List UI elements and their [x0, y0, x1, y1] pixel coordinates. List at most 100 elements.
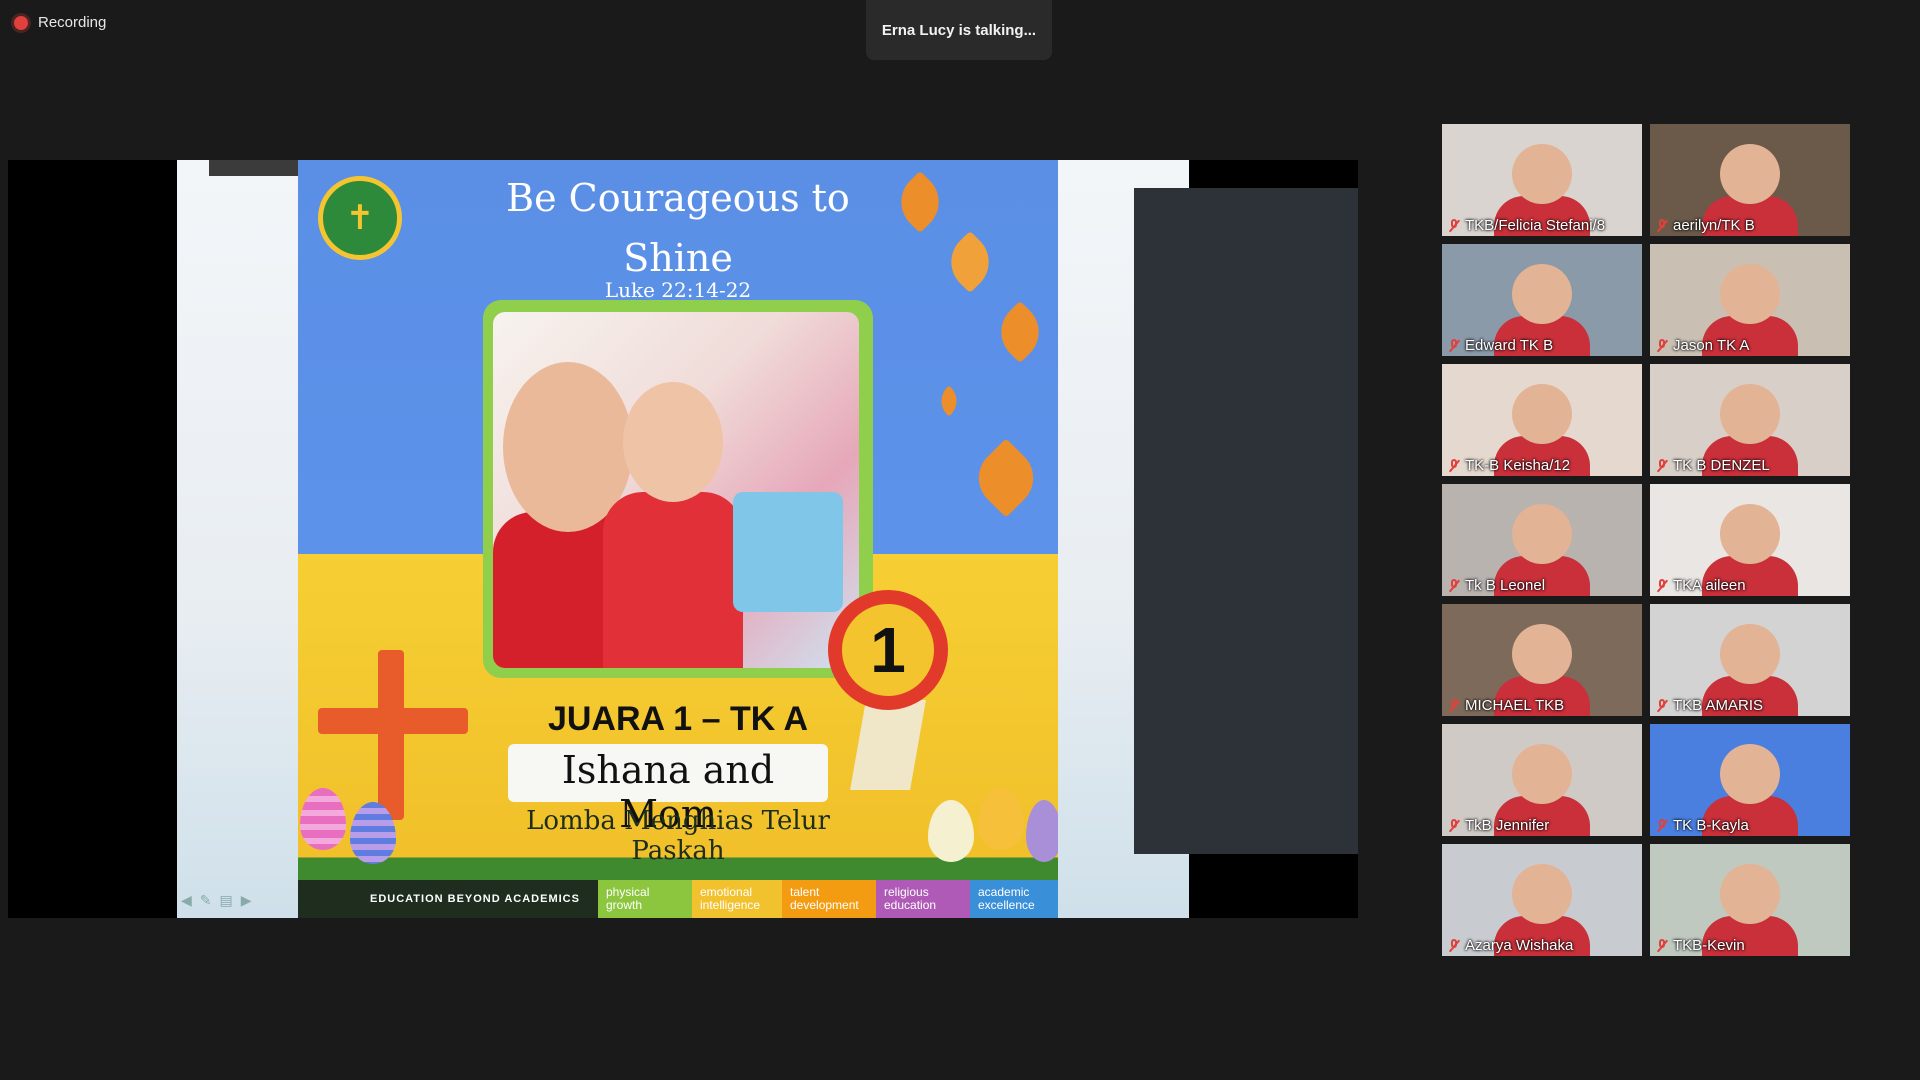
participant-name: TKB AMARIS [1673, 697, 1764, 714]
participant-name: Jason TK A [1673, 337, 1750, 354]
footer-category-label: growth [606, 898, 643, 912]
muted-mic-icon [1656, 938, 1668, 953]
participant-name: Azarya Wishaka [1465, 937, 1574, 954]
winner-photo-frame [483, 300, 873, 678]
participant-tile[interactable]: MICHAEL TKB [1442, 604, 1642, 716]
footer-category: physical growth [598, 880, 692, 918]
footer-category: religious education [876, 880, 970, 918]
pen-icon[interactable]: ✎ [200, 892, 212, 909]
participant-tile[interactable]: TK B-Kayla [1650, 724, 1850, 836]
footer-categories: physical growth emotional intelligence talen… [598, 880, 1058, 918]
footer-category-label: development [790, 898, 859, 912]
participant-name: aerilyn/TK B [1673, 217, 1755, 234]
autumn-leaf-icon [933, 385, 965, 417]
muted-mic-icon [1448, 818, 1460, 833]
easter-egg-icon [978, 788, 1024, 850]
footer-title: EDUCATION BEYOND ACADEMICS [370, 893, 580, 905]
active-speaker-banner: Erna Lucy is talking... [866, 0, 1052, 60]
participant-figure [1512, 144, 1572, 204]
next-slide-icon[interactable]: ▶ [241, 892, 252, 909]
slide-side-panel [1134, 188, 1358, 854]
participant-figure [1512, 744, 1572, 804]
participant-name: MICHAEL TKB [1465, 697, 1565, 714]
winner-photo [493, 312, 859, 668]
participant-figure [1512, 504, 1572, 564]
muted-mic-icon [1656, 218, 1668, 233]
easter-egg-icon [1026, 800, 1058, 862]
footer-category-label: excellence [978, 898, 1035, 912]
muted-mic-icon [1448, 458, 1460, 473]
participant-tile[interactable]: TK-B Keisha/12 [1442, 364, 1642, 476]
participant-tile[interactable]: TKA aileen [1650, 484, 1850, 596]
competition-name: Lomba Menghias Telur Paskah [526, 806, 830, 866]
participant-tile[interactable]: Jason TK A [1650, 244, 1850, 356]
footer-category: talent development [782, 880, 876, 918]
participant-tile[interactable]: Azarya Wishaka [1442, 844, 1642, 956]
participant-tile[interactable]: Edward TK B [1442, 244, 1642, 356]
footer-category: emotional intelligence [692, 880, 782, 918]
participant-name: TK-B Keisha/12 [1465, 457, 1571, 474]
participant-tile[interactable]: TkB Jennifer [1442, 724, 1642, 836]
bible-reference: Luke 22:14-22 [604, 278, 752, 302]
participant-tile[interactable]: TKB/Felicia Stefani/8 [1442, 124, 1642, 236]
poster-footer: EDUCATION BEYOND ACADEMICS physical growt… [298, 880, 1058, 918]
recording-dot-icon [14, 15, 28, 30]
participant-name: TK B-Kayla [1673, 817, 1749, 834]
cross-icon [378, 650, 404, 820]
muted-mic-icon [1448, 698, 1460, 713]
active-speaker-text: Erna Lucy is talking... [881, 21, 1037, 39]
muted-mic-icon [1656, 698, 1668, 713]
footer-category-label: religious [884, 885, 929, 899]
participant-label: Azarya Wishaka [1448, 937, 1573, 954]
footer-category-label: education [884, 898, 937, 912]
participant-tile[interactable]: aerilyn/TK B [1650, 124, 1850, 236]
muted-mic-icon [1448, 338, 1460, 353]
participant-figure [1512, 264, 1572, 324]
recording-label: Recording [38, 14, 107, 31]
participant-figure [1720, 264, 1780, 324]
muted-mic-icon [1656, 818, 1668, 833]
participant-name: TKB/Felicia Stefani/8 [1465, 217, 1606, 234]
footer-category-label: academic [978, 885, 1030, 899]
participant-tile[interactable]: TK B DENZEL [1650, 364, 1850, 476]
muted-mic-icon [1448, 578, 1460, 593]
shared-screen[interactable]: ✝ Be Courageous to Shine the Love of Chr… [8, 160, 1358, 918]
participant-name: TK B DENZEL [1673, 457, 1770, 474]
footer-category-label: physical [606, 885, 650, 899]
footer-category-label: intelligence [700, 898, 761, 912]
participant-figure [1512, 624, 1572, 684]
participant-figure [1720, 144, 1780, 204]
participant-label: MICHAEL TKB [1448, 697, 1564, 714]
participant-label: Tk B Leonel [1448, 577, 1545, 594]
participant-tile[interactable]: TKB-Kevin [1650, 844, 1850, 956]
poster-title-line1: Be Courageous to Shine [506, 176, 850, 280]
participant-figure [1512, 384, 1572, 444]
participant-figure [1720, 624, 1780, 684]
muted-mic-icon [1448, 938, 1460, 953]
participant-figure [1720, 744, 1780, 804]
participant-figure [1720, 864, 1780, 924]
participant-tile[interactable]: TKB AMARIS [1650, 604, 1850, 716]
previous-slide-icon[interactable]: ◀ [181, 892, 192, 909]
muted-mic-icon [1656, 578, 1668, 593]
footer-category-label: emotional [700, 885, 753, 899]
participant-name: TKB-Kevin [1673, 937, 1745, 954]
easter-egg-icon [928, 800, 974, 862]
participant-label: TK-B Keisha/12 [1448, 457, 1570, 474]
photo-figure [603, 492, 743, 668]
footer-category: academic excellence [970, 880, 1058, 918]
menu-icon[interactable]: ▤ [220, 892, 233, 909]
award-title: JUARA 1 – TK A [547, 700, 809, 738]
muted-mic-icon [1448, 218, 1460, 233]
muted-mic-icon [1656, 338, 1668, 353]
photo-figure [623, 382, 723, 502]
participant-label: TKB-Kevin [1656, 937, 1745, 954]
photo-craft [733, 492, 843, 612]
recording-indicator[interactable]: Recording [14, 14, 106, 31]
participant-tile[interactable]: Tk B Leonel [1442, 484, 1642, 596]
participant-name: Edward TK B [1465, 337, 1554, 354]
cross-icon [318, 708, 468, 734]
participant-figure [1720, 384, 1780, 444]
slide-controls: ◀ ✎ ▤ ▶ [181, 892, 252, 909]
participant-label: TkB Jennifer [1448, 817, 1549, 834]
